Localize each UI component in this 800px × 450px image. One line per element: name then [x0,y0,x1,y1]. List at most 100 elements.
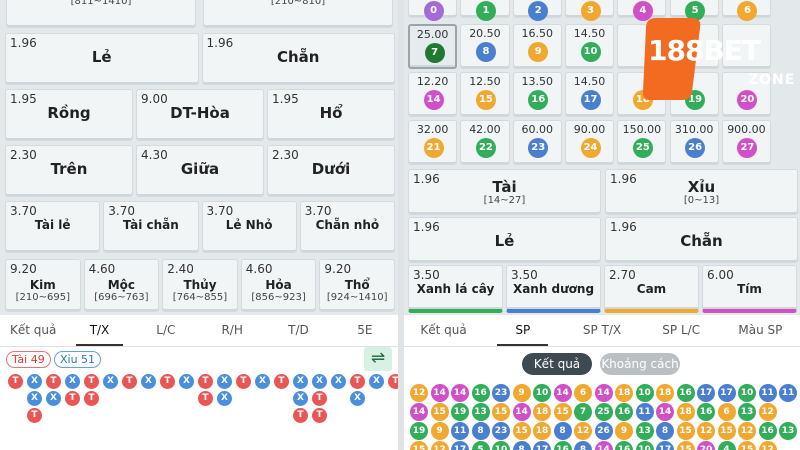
bet-cell-4-2[interactable]: 2.40 Thủy [764~855] [162,259,238,312]
road-marker: X [141,374,156,389]
bet-cell-2-0[interactable]: 2.30 Trên [5,145,133,197]
number-ball: 26 [685,138,706,158]
number-cell[interactable]: 60.00 23 [512,120,562,165]
bet-label: Lẻ [494,232,515,250]
bet-cell-2-2[interactable]: 2.30 Dưới [267,145,395,197]
history-ball: 8 [471,422,490,440]
odds-value: 3.70 [304,204,332,218]
bet-cell-3-1[interactable]: 3.70 Tài chẵn [103,201,199,253]
number-cell[interactable]: 25.00 7 [408,24,458,69]
bet-cell-4-1[interactable]: 4.60 Mộc [696~763] [83,259,160,312]
bet-cell-0-1[interactable]: 1.96 Chẵn [201,33,395,85]
number-cell[interactable]: 2 [512,0,562,21]
history-ball: 8 [512,441,531,450]
number-cell[interactable]: 1 [460,0,510,21]
bet-cell-4-4[interactable]: 9.20 Thổ [924~1410] [319,259,395,312]
tab-left-0[interactable]: Kết quả [0,323,66,337]
bet-label: Rồng [47,104,91,122]
history-ball: 16 [758,422,777,440]
odds-value: 9.20 [324,262,352,276]
road-marker: T [388,374,398,389]
tab-right-1[interactable]: SP [483,323,562,337]
number-cell[interactable]: 900.00 27 [721,120,772,165]
number-cell[interactable]: 16.50 9 [512,24,562,69]
road-marker: T [84,374,99,389]
number-cell[interactable]: 14.50 17 [564,72,615,117]
history-ball: 8 [553,422,572,440]
tab-right-2[interactable]: SP T/X [562,323,641,337]
road-marker: X [103,374,118,389]
color-bet-3[interactable]: 6.00 Tím [702,265,797,313]
bet-label: Thủy [183,278,217,292]
number-cell[interactable]: 3 [564,0,615,21]
history-ball: 18 [533,422,551,440]
history-ball: 15 [430,403,449,421]
tab-left-1[interactable]: T/X [66,323,132,337]
color-bet-2[interactable]: 2.70 Cam [604,265,699,313]
odds-value: 3.70 [206,204,234,218]
number-cell[interactable]: 12.20 14 [408,72,458,117]
bet-cell-0-0[interactable]: 1.96 Lẻ [5,33,199,85]
bet-cell-2-1[interactable]: 4.30 Giữa [136,145,264,197]
bet-cell-1-2[interactable]: 1.95 Hổ [267,89,395,141]
tab-left-5[interactable]: 5E [332,323,398,337]
logo-zone-text: ZONE [748,72,796,88]
bet-cell-right-0-0[interactable]: 1.96 Tài [14~27] [408,169,601,215]
bet-label: Chẵn [680,232,723,250]
number-cell[interactable]: 32.00 21 [408,120,458,165]
bet-cell-3-2[interactable]: 3.70 Lẻ Nhỏ [201,201,297,253]
bet-cell-3-3[interactable]: 3.70 Chẵn nhỏ [299,201,395,253]
history-ball: 14 [451,384,469,402]
number-cell[interactable]: 13.50 16 [512,72,562,117]
odds-value: 32.00 [416,123,449,136]
number-cell[interactable]: 42.00 22 [460,120,510,165]
number-cell[interactable]: 90.00 24 [564,120,615,165]
history-ball: 16 [471,384,490,402]
odds-value: 25.00 [416,28,449,41]
tab-left-2[interactable]: L/C [133,323,199,337]
tab-right-3[interactable]: SP L/C [642,323,721,337]
tab-right-0[interactable]: Kết quả [404,323,483,337]
bet-cell-1-1[interactable]: 9.00 DT-Hòa [136,89,264,141]
history-ball: 17 [451,441,469,450]
swap-icon[interactable]: ⇌ [364,347,392,371]
road-marker: X [331,374,346,389]
bet-cell-3-0[interactable]: 3.70 Tài lẻ [5,201,101,253]
distance-toggle-button[interactable]: Khoảng cách [600,353,680,375]
road-marker: X [350,391,365,406]
color-bet-1[interactable]: 3.50 Xanh dương [506,265,601,313]
tab-left-4[interactable]: T/D [265,323,331,337]
number-cell[interactable]: 0 [408,0,458,21]
number-cell[interactable]: 14.50 10 [564,24,615,69]
bet-cell-right-1-0[interactable]: 1.96 Lẻ [408,217,601,263]
history-ball: 25 [594,403,613,421]
color-bet-0[interactable]: 3.50 Xanh lá cây [408,265,503,313]
tab-left-3[interactable]: R/H [199,323,265,337]
bet-cell-right-0-1[interactable]: 1.96 Xỉu [0~13] [605,169,798,215]
number-cell[interactable]: 150.00 25 [617,120,667,165]
bet-cell-1-0[interactable]: 1.95 Rồng [5,89,133,141]
history-ball: 5 [471,441,490,450]
history-ball: 12 [574,422,592,440]
result-toggle-button[interactable]: Kết quả [522,353,592,375]
tab-right-4[interactable]: Màu SP [721,323,800,337]
number-cell[interactable]: 20.50 8 [460,24,510,69]
bet-label: Hỏa [265,278,292,292]
bet-cell-4-3[interactable]: 4.60 Hỏa [856~923] [240,259,317,312]
odds-value: 310.00 [674,123,714,136]
number-cell[interactable]: 310.00 26 [669,120,719,165]
xiu-count-pill: Xỉu 51 [54,351,102,368]
number-cell[interactable]: 12.50 15 [460,72,510,117]
bet-cell-tai[interactable]: Tài[811~1410] [6,0,196,28]
bet-cell-4-0[interactable]: 9.20 Kim [210~695] [5,259,81,312]
number-ball: 23 [528,138,549,158]
bet-cell-right-1-1[interactable]: 1.96 Chẵn [605,217,798,263]
history-ball: 15 [738,441,756,450]
history-ball: 23 [492,384,510,402]
odds-value: 13.50 [521,75,553,88]
road-marker: X [369,374,384,389]
odds-value: 9.20 [10,262,37,276]
history-ball: 18 [533,403,551,421]
history-ball: 15 [492,403,510,421]
bet-cell-xiu[interactable]: Xỉu[210~810] [203,0,393,28]
